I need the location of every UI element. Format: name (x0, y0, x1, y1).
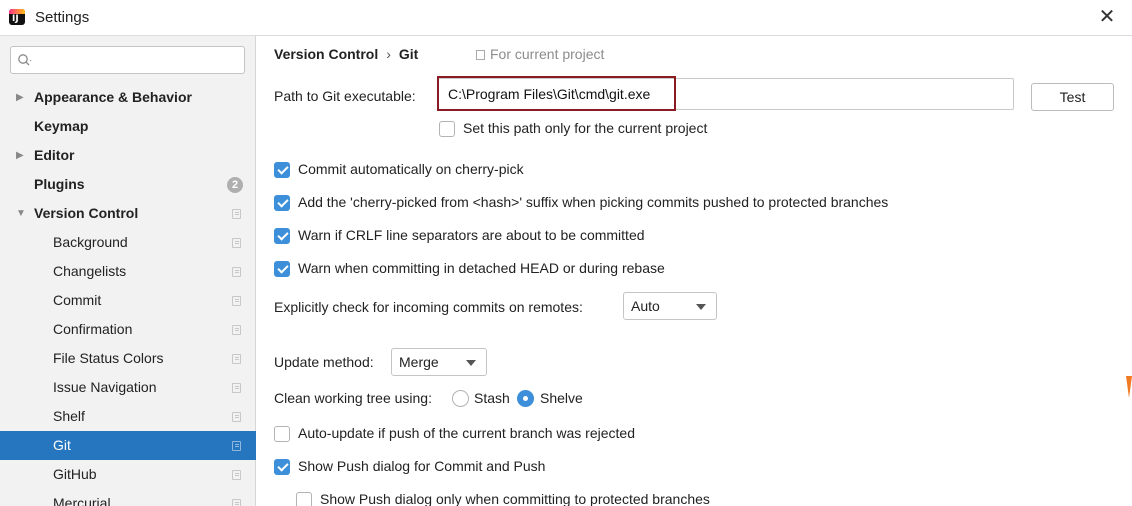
sidebar-item-git[interactable]: Git (0, 431, 256, 460)
sidebar-item-label: Confirmation (53, 321, 133, 337)
checkbox-box[interactable] (274, 261, 290, 277)
checkbox-box[interactable] (296, 492, 312, 506)
sidebar-item-label: GitHub (53, 466, 97, 482)
sidebar-item-background[interactable]: Background (0, 228, 256, 257)
project-scope-icon (232, 383, 241, 393)
dropdown-value: Merge (399, 354, 439, 370)
sidebar-item-mercurial[interactable]: Mercurial (0, 489, 256, 506)
sidebar-item-editor[interactable]: ▶ Editor (0, 141, 256, 170)
clean-tree-label: Clean working tree using: (274, 390, 432, 406)
sidebar-item-label: Changelists (53, 263, 127, 279)
checkbox-box[interactable] (274, 195, 290, 211)
sidebar-item-issue-navigation[interactable]: Issue Navigation (0, 373, 256, 402)
stash-radio[interactable] (452, 390, 469, 407)
title-bar: Settings ✕ (0, 0, 1132, 36)
breadcrumb-separator: › (386, 46, 391, 62)
checkbox-box[interactable] (274, 459, 290, 475)
sidebar-item-changelists[interactable]: Changelists (0, 257, 256, 286)
search-icon (18, 54, 32, 66)
sidebar-item-label: Shelf (53, 408, 85, 424)
sidebar-item-label: Version Control (34, 205, 139, 221)
project-scope-icon (232, 412, 241, 422)
project-scope-icon (476, 50, 485, 60)
project-scope-icon (232, 267, 241, 277)
sidebar-item-appearance-behavior[interactable]: ▶ Appearance & Behavior (0, 83, 256, 112)
collapse-arrow-icon[interactable]: ▶ (16, 83, 24, 112)
stash-label: Stash (474, 390, 510, 406)
project-scope-icon (232, 238, 241, 248)
checkbox-label: Show Push dialog only when committing to… (320, 491, 710, 506)
git-path-label: Path to Git executable: (274, 88, 416, 104)
sidebar-item-label: Git (53, 437, 71, 453)
close-icon[interactable]: ✕ (1096, 6, 1118, 28)
sidebar-item-label: Appearance & Behavior (34, 89, 192, 105)
shelve-label: Shelve (540, 390, 583, 406)
breadcrumb-parent[interactable]: Version Control (274, 46, 378, 62)
path-highlight-box (437, 76, 676, 111)
update-method-label: Update method: (274, 354, 374, 370)
sidebar-item-label: Background (53, 234, 128, 250)
collapse-arrow-icon[interactable]: ▶ (16, 141, 24, 170)
expand-arrow-icon[interactable]: ▼ (16, 199, 26, 228)
checkbox-label: Auto-update if push of the current branc… (298, 425, 635, 441)
checkbox-box[interactable] (274, 426, 290, 442)
intellij-icon (9, 9, 25, 25)
checkbox-label: Set this path only for the current proje… (463, 120, 708, 136)
checkbox-label: Warn when committing in detached HEAD or… (298, 260, 665, 276)
shelve-radio[interactable] (517, 390, 534, 407)
sidebar-item-github[interactable]: GitHub (0, 460, 256, 489)
scope-note-label: For current project (490, 46, 605, 62)
incoming-commits-dropdown[interactable]: Auto (623, 292, 717, 320)
checkbox-label: Show Push dialog for Commit and Push (298, 458, 546, 474)
sidebar-item-confirmation[interactable]: Confirmation (0, 315, 256, 344)
update-count-badge: 2 (227, 177, 243, 193)
sidebar-item-label: Issue Navigation (53, 379, 157, 395)
sidebar-item-label: Commit (53, 292, 102, 308)
settings-sidebar: ▶ Appearance & Behavior Keymap ▶ Editor Plugi… (0, 36, 256, 506)
update-method-dropdown[interactable]: Merge (391, 348, 487, 376)
project-scope-icon (232, 470, 241, 480)
chevron-down-icon (696, 304, 706, 310)
incoming-commits-label: Explicitly check for incoming commits on… (274, 299, 583, 315)
window-title: Settings (35, 9, 90, 26)
checkbox-label: Commit automatically on cherry-pick (298, 161, 524, 177)
settings-tree: ▶ Appearance & Behavior Keymap ▶ Editor Plugi… (0, 83, 256, 506)
project-scope-icon (232, 441, 241, 451)
breadcrumb-current: Git (398, 46, 419, 62)
checkbox-box[interactable] (439, 121, 455, 137)
dropdown-value: Auto (631, 298, 660, 314)
checkbox-box[interactable] (274, 162, 290, 178)
sidebar-item-commit[interactable]: Commit (0, 286, 256, 315)
sidebar-item-file-status-colors[interactable]: File Status Colors (0, 344, 256, 373)
breadcrumb: Version Control › Git (274, 46, 418, 62)
checkbox-box[interactable] (274, 228, 290, 244)
sidebar-item-label: Plugins (34, 176, 85, 192)
sidebar-item-plugins[interactable]: Plugins 2 (0, 170, 256, 199)
checkbox-label: Add the 'cherry-picked from <hash>' suff… (298, 194, 889, 210)
checkbox-label: Warn if CRLF line separators are about t… (298, 227, 645, 243)
git-settings-panel: Version Control › Git For current project … (257, 36, 1132, 506)
sidebar-item-label: File Status Colors (53, 350, 164, 366)
project-scope-icon (232, 296, 241, 306)
sidebar-item-label: Mercurial (53, 495, 111, 506)
project-scope-icon (232, 209, 241, 219)
test-button[interactable]: Test (1031, 83, 1114, 111)
chevron-down-icon (466, 360, 476, 366)
sidebar-item-shelf[interactable]: Shelf (0, 402, 256, 431)
search-input[interactable] (10, 46, 245, 74)
project-scope-icon (232, 325, 241, 335)
sidebar-item-keymap[interactable]: Keymap (0, 112, 256, 141)
edge-marker (1126, 376, 1132, 398)
project-scope-icon (232, 354, 241, 364)
sidebar-item-label: Editor (34, 147, 75, 163)
sidebar-item-label: Keymap (34, 118, 89, 134)
scope-note: For current project (476, 46, 604, 62)
sidebar-item-version-control[interactable]: ▼ Version Control (0, 199, 256, 228)
project-scope-icon (232, 499, 241, 506)
